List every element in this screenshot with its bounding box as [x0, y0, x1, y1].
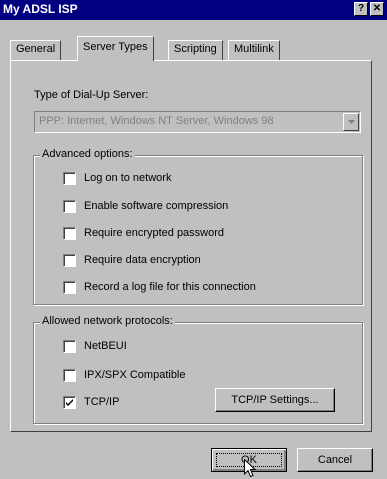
ipx-spx-checkbox[interactable] — [63, 369, 76, 382]
data-encryption-checkbox[interactable] — [63, 254, 76, 267]
tcpip-checkbox[interactable] — [63, 396, 76, 409]
software-compression-checkbox[interactable] — [63, 200, 76, 213]
tab-general[interactable]: General — [10, 40, 62, 60]
checkmark-icon — [66, 399, 73, 406]
close-button[interactable]: ✕ — [370, 2, 384, 16]
chevron-down-icon — [348, 120, 355, 124]
log-file-label[interactable]: Record a log file for this connection — [84, 281, 256, 293]
logon-network-checkbox[interactable] — [63, 172, 76, 185]
data-encryption-label[interactable]: Require data encryption — [84, 254, 201, 266]
tab-server-types[interactable]: Server Types — [77, 36, 154, 61]
netbeui-checkbox[interactable] — [63, 340, 76, 353]
netbeui-label[interactable]: NetBEUI — [84, 340, 127, 352]
server-type-value: PPP: Internet, Windows NT Server, Window… — [39, 115, 274, 127]
server-type-dropdown[interactable]: PPP: Internet, Windows NT Server, Window… — [34, 111, 361, 133]
mouse-pointer-icon — [244, 459, 256, 478]
dropdown-arrow-button[interactable] — [343, 113, 359, 131]
title-bar: My ADSL ISP ? ✕ — [0, 0, 387, 20]
dialog-window: My ADSL ISP ? ✕ General Server Types Scr… — [0, 0, 387, 479]
protocols-title: Allowed network protocols: — [40, 315, 175, 327]
server-type-label: Type of Dial-Up Server: — [34, 89, 149, 101]
tab-multilink[interactable]: Multilink — [228, 40, 280, 60]
logon-network-label[interactable]: Log on to network — [84, 172, 171, 184]
cancel-button[interactable]: Cancel — [297, 448, 373, 472]
encrypted-password-checkbox[interactable] — [63, 227, 76, 240]
ipx-spx-label[interactable]: IPX/SPX Compatible — [84, 369, 186, 381]
tab-scripting[interactable]: Scripting — [168, 40, 223, 60]
log-file-checkbox[interactable] — [63, 281, 76, 294]
window-title: My ADSL ISP — [3, 2, 78, 16]
encrypted-password-label[interactable]: Require encrypted password — [84, 227, 224, 239]
tcpip-settings-button[interactable]: TCP/IP Settings... — [215, 388, 335, 412]
advanced-options-title: Advanced options: — [40, 148, 135, 160]
software-compression-label[interactable]: Enable software compression — [84, 200, 228, 212]
tcpip-label[interactable]: TCP/IP — [84, 396, 119, 408]
help-button[interactable]: ? — [354, 2, 368, 16]
